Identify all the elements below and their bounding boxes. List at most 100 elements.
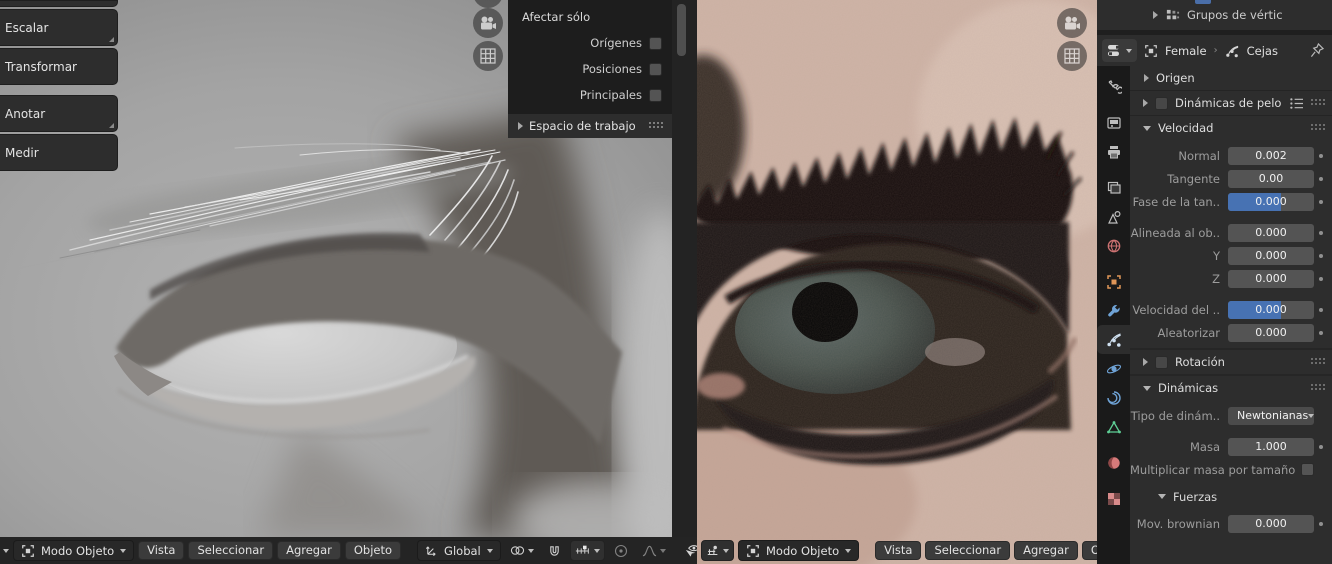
- breadcrumb-object[interactable]: Female: [1165, 44, 1207, 58]
- keyframe-dot-icon[interactable]: [1314, 177, 1328, 181]
- tool-item-scale[interactable]: Escalar: [0, 9, 118, 46]
- breadcrumb-particle-system[interactable]: Cejas: [1247, 44, 1278, 58]
- locations-checkbox[interactable]: [649, 62, 662, 76]
- rotation-checkbox[interactable]: [1155, 355, 1168, 369]
- keyframe-dot-icon[interactable]: [1314, 277, 1328, 281]
- tool-item-transform[interactable]: Transformar: [0, 48, 118, 85]
- chevron-down-icon: [593, 548, 600, 553]
- menu-add[interactable]: Agregar: [277, 540, 341, 561]
- origins-checkbox[interactable]: [649, 36, 662, 50]
- tab-view-layer[interactable]: [1097, 173, 1130, 202]
- workspace-panel-header[interactable]: Espacio de trabajo: [508, 114, 672, 138]
- drag-grip-icon[interactable]: [1311, 124, 1326, 132]
- tab-constraints[interactable]: [1097, 383, 1130, 412]
- keyframe-dot-icon[interactable]: [1314, 231, 1328, 235]
- keyframe-dot-icon[interactable]: [1314, 200, 1328, 204]
- tab-material[interactable]: [1097, 448, 1130, 477]
- menu-object[interactable]: Objeto: [344, 540, 402, 561]
- pivot-dropdown[interactable]: [505, 540, 539, 561]
- viewport-solid[interactable]: Escalar Transformar Anotar Medir Afectar…: [0, 0, 697, 537]
- object-aligned-y-field[interactable]: 0.000: [1228, 246, 1314, 265]
- viewport-rendered[interactable]: [697, 0, 1097, 564]
- editor-type-chevron-icon[interactable]: [3, 548, 9, 553]
- multiply-mass-checkbox[interactable]: [1301, 463, 1314, 476]
- menu-add[interactable]: Agregar: [1014, 540, 1078, 561]
- chevron-down-icon: [845, 548, 852, 553]
- tab-modifiers[interactable]: [1097, 296, 1130, 325]
- object-mode-icon: [747, 544, 759, 557]
- tab-output[interactable]: [1097, 137, 1130, 166]
- tangent-phase-slider[interactable]: 0.000: [1228, 192, 1314, 211]
- keyframe-dot-icon[interactable]: [1314, 308, 1328, 312]
- panel-forces[interactable]: Fuerzas: [1130, 485, 1332, 508]
- keyframe-dot-icon[interactable]: [1314, 331, 1328, 335]
- camera-view-button[interactable]: [1057, 8, 1087, 38]
- tab-physics[interactable]: [1097, 354, 1130, 383]
- multiply-mass-row[interactable]: Multiplicar masa por tamaño: [1130, 459, 1314, 480]
- popover-scrollbar[interactable]: [677, 4, 686, 56]
- panel-rotation[interactable]: Rotación: [1130, 350, 1332, 374]
- viewport-header-right: Modo Objeto Vista Seleccionar Agregar Ob…: [697, 537, 1139, 564]
- editor-type-dropdown[interactable]: [701, 540, 734, 561]
- ortho-toggle-button[interactable]: [473, 41, 503, 71]
- drag-grip-icon[interactable]: [1311, 384, 1326, 392]
- tab-object[interactable]: [1097, 267, 1130, 296]
- keyframe-dot-icon[interactable]: [1314, 445, 1328, 449]
- object-data-icon: [1106, 420, 1121, 433]
- parents-checkbox[interactable]: [649, 88, 662, 102]
- panel-velocity[interactable]: Velocidad: [1130, 116, 1332, 140]
- dynamics-type-dropdown[interactable]: Newtonianas: [1228, 406, 1314, 425]
- keyframe-dot-icon[interactable]: [1314, 522, 1328, 526]
- tangent-field[interactable]: 0.00: [1228, 169, 1314, 188]
- object-icon: [1145, 44, 1157, 57]
- object-velocity-slider[interactable]: 0.000: [1228, 300, 1314, 319]
- snap-toggle[interactable]: [543, 540, 566, 561]
- camera-view-button[interactable]: [473, 8, 503, 38]
- panel-dynamics[interactable]: Dinámicas: [1130, 376, 1332, 400]
- ortho-toggle-button[interactable]: [1057, 41, 1087, 71]
- mode-dropdown[interactable]: Modo Objeto: [13, 540, 135, 561]
- brownian-field[interactable]: 0.000: [1228, 514, 1314, 533]
- vertex-groups-row[interactable]: Grupos de vértic: [1097, 0, 1332, 30]
- option-locations[interactable]: Posiciones: [508, 56, 672, 82]
- menu-view[interactable]: Vista: [138, 540, 185, 561]
- panel-origin[interactable]: Origen: [1130, 66, 1332, 90]
- tool-item-partial[interactable]: [0, 0, 118, 7]
- option-parents[interactable]: Principales: [508, 82, 672, 108]
- proportional-toggle[interactable]: [609, 540, 633, 561]
- tab-render[interactable]: [1097, 108, 1130, 137]
- menu-view[interactable]: Vista: [875, 540, 922, 561]
- properties-editor-dropdown[interactable]: [1102, 39, 1137, 62]
- normal-field[interactable]: 0.002: [1228, 146, 1314, 165]
- hair-dynamics-checkbox[interactable]: [1155, 96, 1168, 110]
- snap-settings-dropdown[interactable]: [569, 540, 605, 561]
- menu-select[interactable]: Seleccionar: [925, 540, 1011, 561]
- tab-tool[interactable]: [1097, 72, 1130, 101]
- object-aligned-x-field[interactable]: 0.000: [1228, 223, 1314, 242]
- expand-arrow-icon: [518, 122, 523, 130]
- tool-item-annotate[interactable]: Anotar: [0, 95, 118, 132]
- tab-texture[interactable]: [1097, 484, 1130, 513]
- mass-field[interactable]: 1.000: [1228, 437, 1314, 456]
- tab-object-data[interactable]: [1097, 412, 1130, 441]
- menu-select[interactable]: Seleccionar: [188, 540, 274, 561]
- mode-dropdown[interactable]: Modo Objeto: [738, 540, 860, 561]
- drag-grip-icon[interactable]: [1311, 358, 1326, 366]
- tab-scene[interactable]: [1097, 202, 1130, 231]
- tab-particles[interactable]: [1097, 325, 1130, 354]
- panel-hair-dynamics[interactable]: Dinámicas de pelo: [1130, 91, 1332, 115]
- pin-icon[interactable]: [1310, 43, 1324, 58]
- proportional-falloff-dropdown[interactable]: [637, 540, 671, 561]
- object-aligned-z-field[interactable]: 0.000: [1228, 269, 1314, 288]
- keyframe-dot-icon[interactable]: [1314, 254, 1328, 258]
- drag-grip-icon[interactable]: [649, 122, 664, 130]
- keyframe-dot-icon[interactable]: [1314, 154, 1328, 158]
- orientation-dropdown[interactable]: Global: [417, 540, 501, 561]
- randomize-field[interactable]: 0.000: [1228, 323, 1314, 342]
- option-origins[interactable]: Orígenes: [508, 30, 672, 56]
- presets-list-icon[interactable]: [1289, 97, 1304, 110]
- drag-grip-icon[interactable]: [1311, 99, 1326, 107]
- tab-world[interactable]: [1097, 231, 1130, 260]
- tool-item-measure[interactable]: Medir: [0, 134, 118, 171]
- tool-label: Medir: [5, 145, 39, 160]
